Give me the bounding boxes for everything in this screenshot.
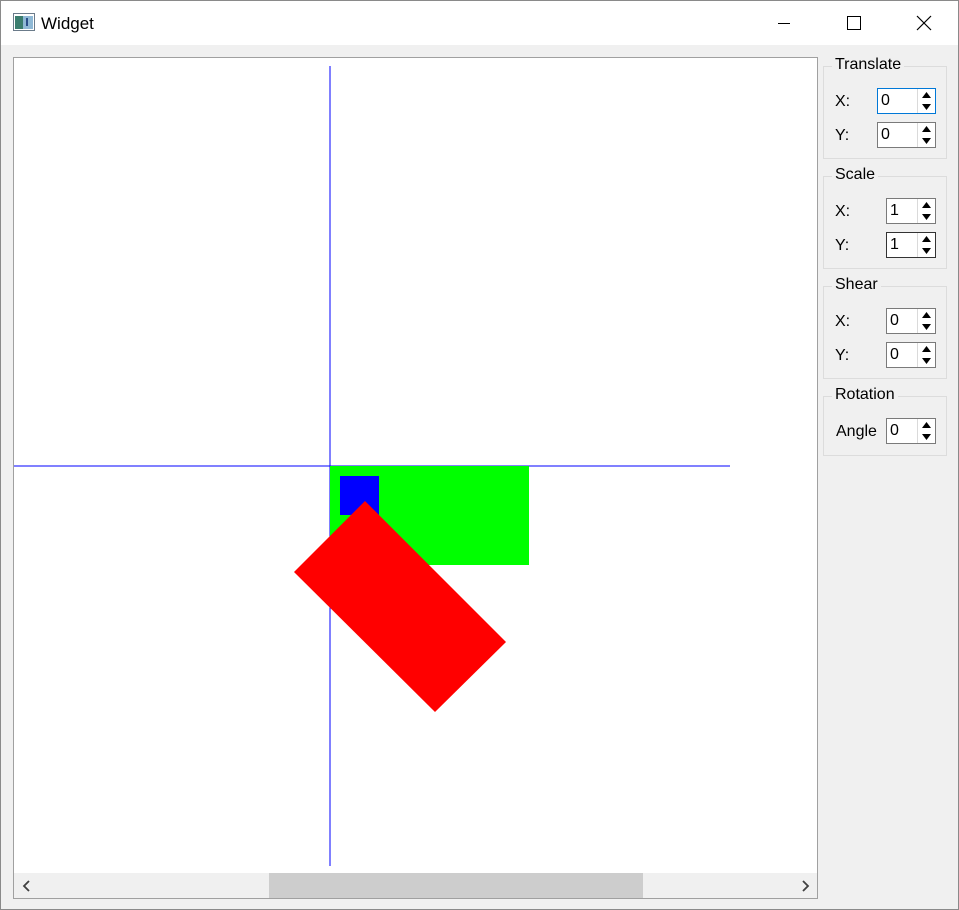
spin-buttons [917,343,935,367]
shear-x-input[interactable] [887,309,919,333]
scale-y-down-button[interactable] [918,245,935,257]
translate-x-input[interactable] [878,89,919,113]
translate-x-up-button[interactable] [918,89,935,101]
triangle-up-icon [922,126,931,132]
close-button[interactable] [889,1,958,45]
shear-x-spinbox[interactable] [886,308,936,334]
scroll-left-button[interactable] [14,873,39,898]
scale-group: Scale X: Y: [823,165,947,269]
triangle-down-icon [922,324,931,330]
triangle-down-icon [922,358,931,364]
shear-x-down-button[interactable] [918,321,935,333]
minimize-button[interactable] [749,1,819,45]
spin-buttons [917,309,935,333]
spin-buttons [917,233,935,257]
main-window: Widget Translate X: 0 Y: 0 Scale X: 1 Y:… [0,0,959,910]
shear-group: Shear X: Y: [823,275,947,379]
scale-x-input[interactable] [887,199,919,223]
scale-x-spinbox[interactable] [886,198,936,224]
rotation-angle-input[interactable] [887,419,919,443]
app-icon [13,13,35,31]
translate-x-label: X: [835,93,851,110]
translate-group: Translate X: Y: [823,55,947,159]
rotation-angle-up-button[interactable] [918,419,935,431]
spin-buttons [917,123,935,147]
scene-canvas[interactable] [14,58,817,873]
spin-buttons [917,199,935,223]
translate-y-up-button[interactable] [918,123,935,135]
maximize-icon [847,16,861,30]
triangle-up-icon [922,422,931,428]
shear-x-label: X: [835,313,851,330]
window-title: Widget [41,14,94,33]
scale-x-label: X: [835,203,851,220]
spin-buttons [917,419,935,443]
rotation-group: Rotation Angle [823,385,947,456]
scale-y-input[interactable] [887,233,919,257]
triangle-down-icon [922,248,931,254]
translate-y-input[interactable] [878,123,919,147]
scale-x-down-button[interactable] [918,211,935,223]
title-bar[interactable]: Widget [1,1,958,45]
triangle-down-icon [922,434,931,440]
triangle-up-icon [922,236,931,242]
shear-x-up-button[interactable] [918,309,935,321]
maximize-button[interactable] [819,1,889,45]
scale-y-up-button[interactable] [918,233,935,245]
graphics-view[interactable] [13,57,818,899]
rotation-angle-label: Angle [836,423,877,440]
triangle-up-icon [922,346,931,352]
shear-y-label: Y: [835,347,850,364]
translate-y-spinbox[interactable] [877,122,936,148]
triangle-up-icon [922,312,931,318]
translate-y-down-button[interactable] [918,135,935,147]
scale-title: Scale [832,165,879,185]
scroll-thumb[interactable] [269,873,643,898]
chevron-left-icon [22,879,30,892]
scale-y-label: Y: [835,237,850,254]
rotation-title: Rotation [832,385,898,405]
scale-y-spinbox[interactable] [886,232,936,258]
shear-title: Shear [832,275,881,295]
spin-buttons [917,89,935,113]
chevron-right-icon [801,879,809,892]
scroll-right-button[interactable] [792,873,817,898]
triangle-down-icon [922,138,931,144]
shear-y-up-button[interactable] [918,343,935,355]
triangle-down-icon [922,104,931,110]
triangle-up-icon [922,202,931,208]
horizontal-scrollbar[interactable] [14,873,817,898]
minimize-icon [778,23,790,24]
triangle-down-icon [922,214,931,220]
rotation-angle-spinbox[interactable] [886,418,936,444]
shear-y-down-button[interactable] [918,355,935,367]
close-icon [916,15,932,31]
translate-title: Translate [832,55,905,75]
shear-y-spinbox[interactable] [886,342,936,368]
triangle-up-icon [922,92,931,98]
scale-x-up-button[interactable] [918,199,935,211]
translate-x-spinbox[interactable] [877,88,936,114]
translate-x-down-button[interactable] [918,101,935,113]
translate-y-label: Y: [835,127,850,144]
shear-y-input[interactable] [887,343,919,367]
rotation-angle-down-button[interactable] [918,431,935,443]
